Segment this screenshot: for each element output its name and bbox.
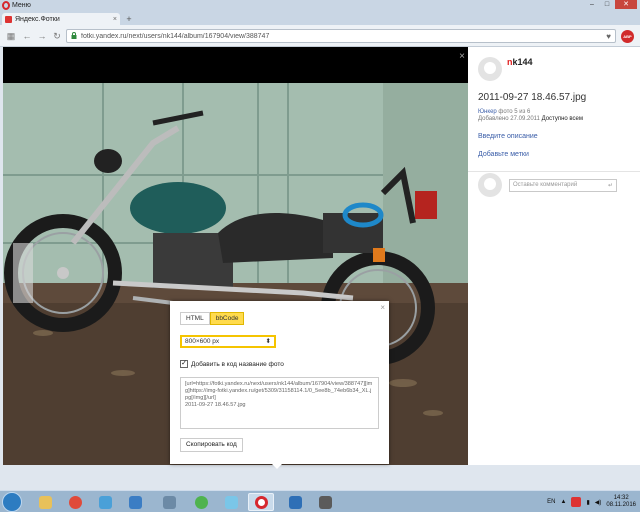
added-date: Добавлено 27.09.2011: [478, 116, 540, 122]
app-icon: [224, 495, 238, 509]
taskbar-app-green[interactable]: [188, 493, 214, 511]
taskbar-calculator[interactable]: [156, 493, 182, 511]
comment-input[interactable]: Оставьте комментарий ↵: [509, 179, 617, 192]
forward-icon[interactable]: →: [36, 30, 48, 42]
share-code-dialog: × HTML bbCode 800×600 px ⬍ ✓ Добавить в …: [170, 301, 389, 469]
start-button[interactable]: [2, 492, 22, 512]
window-titlebar: Меню – □ ✕: [0, 0, 640, 11]
system-tray: EN ▲ ▮ ◀) 14:32 08.11.2016: [547, 493, 636, 511]
photo-title: 2011-09-27 18.46.57.jpg: [478, 92, 587, 103]
reload-icon[interactable]: ↻: [51, 30, 63, 42]
back-icon[interactable]: ←: [21, 30, 33, 42]
language-indicator[interactable]: EN: [547, 499, 555, 505]
tray-arrow-icon[interactable]: ▲: [561, 499, 567, 505]
add-tags-link[interactable]: Добавьте метки: [478, 151, 529, 158]
image-size-value: 800×600 px: [185, 338, 220, 345]
address-bar[interactable]: fotki.yandex.ru/next/users/nk144/album/1…: [66, 29, 616, 43]
grid-icon[interactable]: ▦: [5, 30, 17, 42]
include-title-checkbox[interactable]: ✓: [180, 360, 188, 368]
chrome-icon: [68, 495, 82, 509]
url-text: fotki.yandex.ru/next/users/nk144/album/1…: [81, 32, 270, 40]
app-icon: [194, 495, 208, 509]
author-avatar[interactable]: [478, 57, 502, 81]
clock-time: 14:32: [613, 495, 629, 501]
adblock-extension-icon[interactable]: ABP: [621, 30, 634, 43]
window-controls: – □ ✕: [585, 0, 637, 9]
network-icon[interactable]: ▮: [586, 499, 589, 506]
taskbar-app-blue[interactable]: [218, 493, 244, 511]
windows-taskbar: EN ▲ ▮ ◀) 14:32 08.11.2016: [0, 490, 640, 512]
image-size-select[interactable]: 800×600 px ⬍: [180, 335, 276, 348]
embed-code-textarea[interactable]: [url=https://fotki.yandex.ru/next/users/…: [180, 377, 379, 429]
download-icon[interactable]: [571, 497, 582, 507]
opera-menu-button[interactable]: Меню: [2, 1, 31, 10]
menu-label: Меню: [12, 2, 31, 9]
taskbar-app-triangle[interactable]: [92, 493, 118, 511]
viewer-close-icon[interactable]: ×: [459, 51, 465, 62]
tab-bbcode[interactable]: bbCode: [209, 312, 245, 325]
add-description-link[interactable]: Введите описание: [478, 133, 538, 140]
yandex-favicon-icon: [5, 15, 12, 23]
folder-icon: [38, 495, 52, 509]
taskbar-opera[interactable]: [248, 493, 274, 511]
clock[interactable]: 14:32 08.11.2016: [606, 495, 636, 509]
navigation-bar: ▦ ← → ↻ fotki.yandex.ru/next/users/nk144…: [0, 25, 640, 47]
tab-title: Яндекс.Фотки: [15, 15, 60, 23]
photo-index: фото 5 из 6: [498, 109, 531, 115]
calculator-icon: [162, 495, 176, 509]
photo-added-meta: Добавлено 27.09.2011 Доступно всем: [478, 116, 583, 122]
copy-code-button[interactable]: Скопировать код: [180, 438, 243, 452]
select-arrow-icon: ⬍: [265, 338, 271, 345]
new-tab-button[interactable]: +: [123, 14, 135, 24]
tab-close-icon[interactable]: ×: [113, 16, 117, 23]
taskbar-explorer[interactable]: [32, 493, 58, 511]
bookmark-heart-icon[interactable]: ♥: [606, 32, 611, 41]
code-format-tabs: HTML bbCode: [180, 312, 245, 325]
opera-logo-icon: [2, 1, 10, 10]
lock-icon: [71, 31, 77, 41]
divider: [468, 171, 640, 172]
app-icon: [318, 495, 332, 509]
clock-date: 08.11.2016: [606, 502, 636, 508]
tab-bar: Яндекс.Фотки × +: [0, 11, 640, 25]
dialog-close-icon[interactable]: ×: [380, 303, 385, 312]
include-title-option: ✓ Добавить в код название фото: [180, 360, 284, 368]
include-title-label: Добавить в код название фото: [191, 360, 284, 368]
taskbar-app-4[interactable]: [282, 493, 308, 511]
taskbar-app-2[interactable]: [122, 493, 148, 511]
album-link[interactable]: Юнкер: [478, 109, 497, 115]
access-level[interactable]: Доступно всем: [542, 116, 583, 122]
close-window-button[interactable]: ✕: [615, 0, 637, 9]
taskbar-app-5[interactable]: [312, 493, 338, 511]
comment-placeholder: Оставьте комментарий: [513, 182, 578, 188]
submit-comment-icon[interactable]: ↵: [608, 182, 613, 189]
commenter-avatar: [478, 173, 502, 197]
app-icon: [98, 495, 112, 509]
username-rest: k144: [512, 57, 533, 67]
opera-icon: [254, 495, 268, 509]
tab-html[interactable]: HTML: [180, 312, 210, 325]
minimize-button[interactable]: –: [585, 0, 599, 9]
taskbar-chrome[interactable]: [62, 493, 88, 511]
author-username[interactable]: nk144: [507, 57, 533, 67]
photo-album-meta: Юнкер фото 5 из 6: [478, 109, 530, 115]
app-icon: [128, 495, 142, 509]
maximize-button[interactable]: □: [600, 0, 614, 9]
photo-info-panel: nk144 2011-09-27 18.46.57.jpg Юнкер фото…: [468, 47, 640, 465]
volume-icon[interactable]: ◀): [595, 499, 602, 506]
browser-tab[interactable]: Яндекс.Фотки ×: [2, 13, 120, 25]
app-icon: [288, 495, 302, 509]
